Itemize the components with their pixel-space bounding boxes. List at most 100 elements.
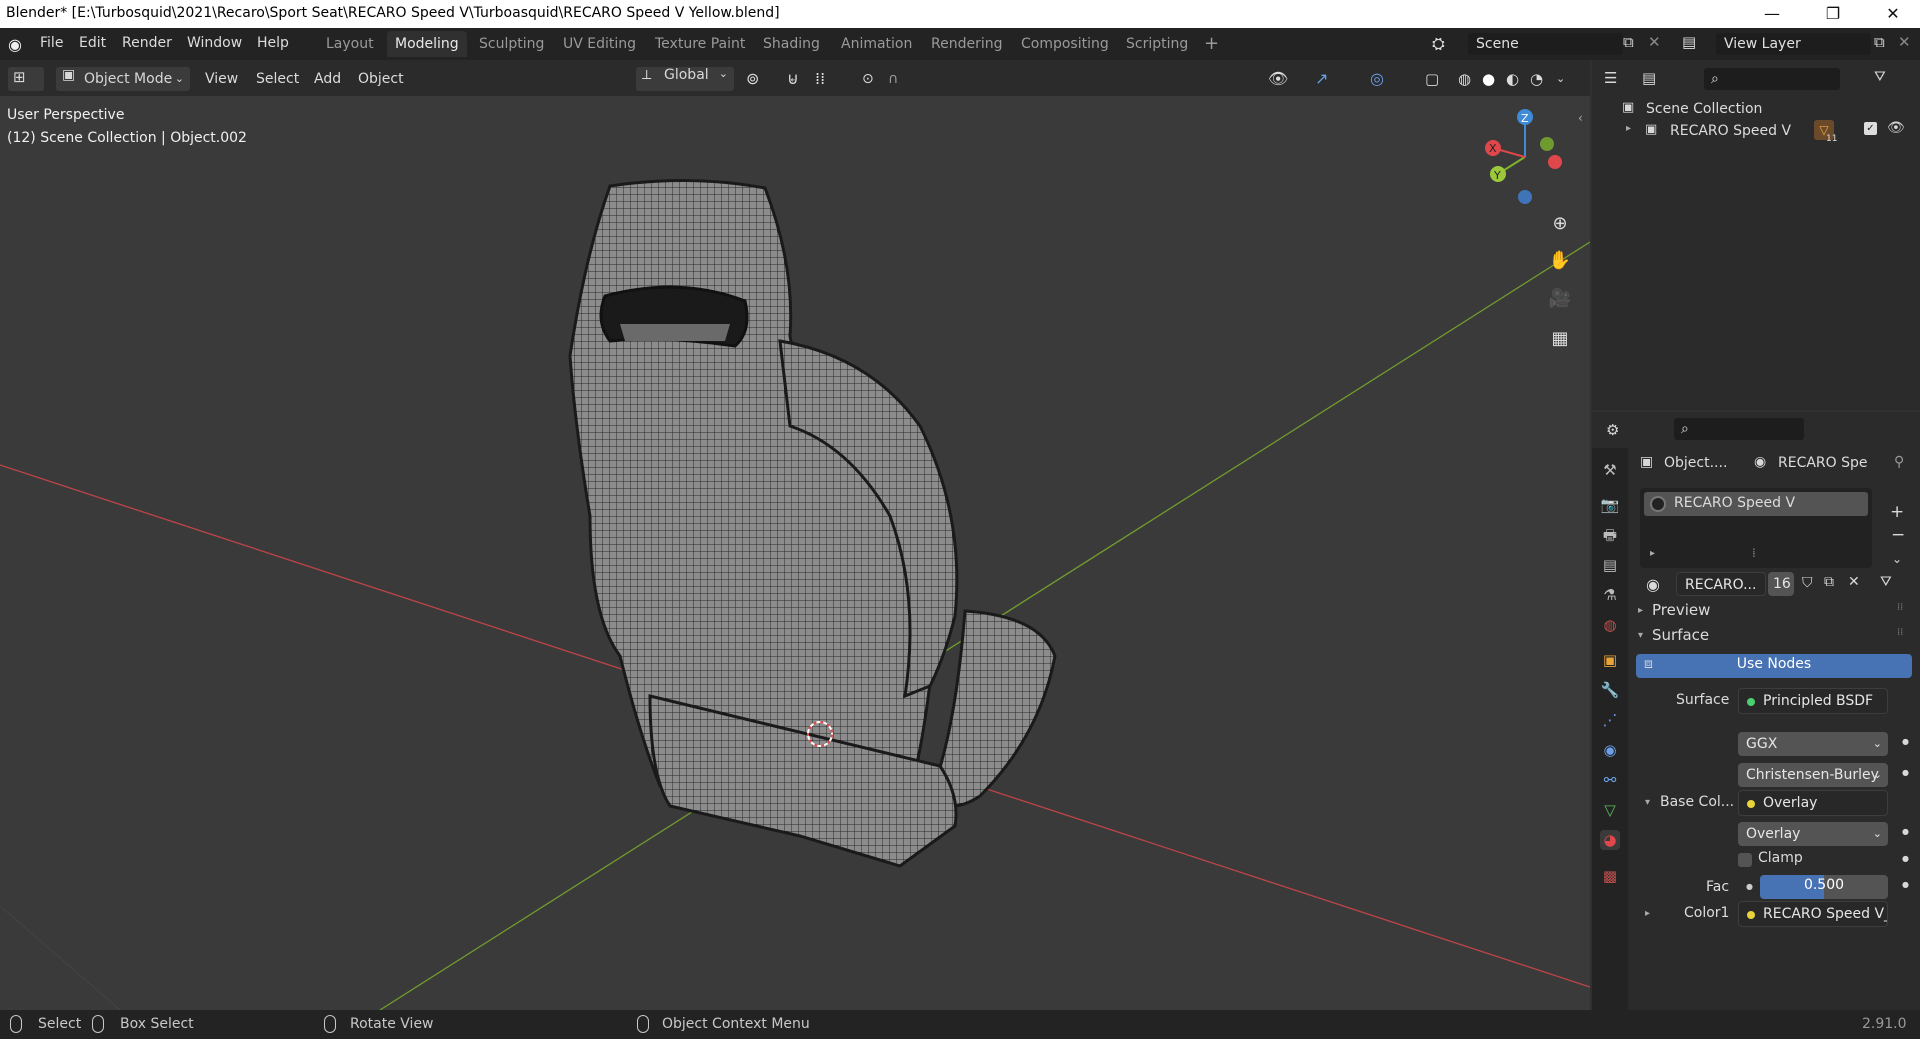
tab-rendering[interactable]: Rendering: [923, 31, 1011, 57]
clamp-checkbox[interactable]: [1738, 853, 1752, 867]
tab-layout[interactable]: Layout: [318, 31, 382, 57]
resize-handle-icon[interactable]: ⁞: [1752, 546, 1756, 560]
drag-handle-icon[interactable]: ⁞⁞: [1897, 627, 1903, 638]
remove-slot-icon[interactable]: −: [1891, 525, 1905, 545]
subsurface-method-dropdown[interactable]: Christensen-Burley ⌄: [1738, 763, 1888, 787]
unlink-material-icon[interactable]: ✕: [1848, 574, 1860, 590]
tab-compositing[interactable]: Compositing: [1013, 31, 1117, 57]
pan-hand-icon[interactable]: ✋: [1545, 246, 1575, 276]
menu-edit[interactable]: Edit: [79, 35, 106, 51]
color1-field[interactable]: RECARO Speed V_...: [1738, 901, 1888, 927]
menu-help[interactable]: Help: [257, 35, 289, 51]
particles-tab-icon[interactable]: ⋰: [1600, 710, 1620, 730]
blender-logo-icon[interactable]: ◉: [8, 35, 22, 54]
preview-section-header[interactable]: Preview: [1652, 601, 1710, 619]
surface-shader-field[interactable]: Principled BSDF: [1738, 688, 1888, 714]
keyframe-dot-icon[interactable]: ●: [1902, 737, 1909, 746]
new-view-layer-icon[interactable]: ⧉: [1874, 33, 1885, 51]
pin-icon[interactable]: ⚲: [1894, 454, 1904, 470]
gizmo-neg-z-ball[interactable]: [1518, 190, 1532, 204]
snap-target-icon[interactable]: ⁞⁞: [815, 67, 825, 91]
fac-slider[interactable]: 0.500: [1760, 875, 1888, 899]
wireframe-shading-icon[interactable]: ◍: [1458, 67, 1471, 91]
material-slot-item[interactable]: RECARO Speed V: [1644, 492, 1868, 516]
world-tab-icon[interactable]: ◍: [1600, 615, 1620, 635]
base-color-node-field[interactable]: Overlay: [1738, 790, 1888, 816]
scene-field[interactable]: Scene: [1468, 33, 1623, 55]
3d-viewport[interactable]: User Perspective (12) Scene Collection |…: [0, 96, 1590, 1010]
rendered-shading-icon[interactable]: ◔: [1530, 67, 1543, 91]
menu-view[interactable]: View: [205, 67, 238, 91]
material-browse-icon[interactable]: ◉: [1646, 575, 1660, 594]
properties-search-input[interactable]: ⌕: [1674, 418, 1804, 440]
shading-options-icon[interactable]: ⌄: [1556, 67, 1565, 91]
menu-add[interactable]: Add: [314, 67, 341, 91]
breadcrumb-object[interactable]: Object....: [1664, 455, 1727, 471]
view-layer-tab-icon[interactable]: ▤: [1600, 555, 1620, 575]
overlay-toggle-icon[interactable]: ◎: [1370, 67, 1384, 91]
display-mode-icon[interactable]: ▤: [1642, 69, 1656, 87]
surface-arrow-icon[interactable]: ▾: [1638, 630, 1643, 641]
menu-file[interactable]: File: [40, 35, 63, 51]
xray-icon[interactable]: ▢: [1425, 67, 1439, 91]
orientation-dropdown[interactable]: ⟂ Global ⌄: [636, 67, 734, 91]
material-users-count[interactable]: 16: [1768, 572, 1794, 596]
preview-arrow-icon[interactable]: ▸: [1638, 605, 1643, 616]
outliner-search-input[interactable]: ⌕: [1704, 68, 1840, 90]
editor-type-button[interactable]: ⊞: [8, 67, 44, 91]
tab-sculpting[interactable]: Sculpting: [471, 31, 552, 57]
data-tab-icon[interactable]: ▽: [1600, 800, 1620, 820]
visibility-icon[interactable]: 👁: [1268, 67, 1288, 91]
menu-render[interactable]: Render: [122, 35, 172, 51]
outliner-editor-icon[interactable]: ☰: [1604, 69, 1617, 87]
duplicate-material-icon[interactable]: ⧉: [1824, 574, 1834, 590]
solid-shading-icon[interactable]: ●: [1482, 67, 1495, 91]
minimize-button[interactable]: —: [1745, 2, 1799, 26]
mode-dropdown[interactable]: ▣ Object Mode ⌄: [56, 67, 190, 91]
gizmo-neg-x-ball[interactable]: [1548, 155, 1562, 169]
expand-arrow-icon[interactable]: ▸: [1626, 123, 1631, 134]
base-color-arrow-icon[interactable]: ▾: [1645, 797, 1650, 808]
properties-editor-icon[interactable]: ⚙: [1606, 421, 1619, 439]
keyframe-dot-icon[interactable]: ●: [1902, 880, 1909, 889]
material-name-field[interactable]: RECARO...: [1676, 572, 1766, 596]
drag-handle-icon[interactable]: ⁞⁞: [1897, 602, 1903, 613]
add-workspace-button[interactable]: +: [1196, 31, 1227, 57]
zoom-icon[interactable]: ⊕: [1545, 209, 1575, 239]
tab-texture-paint[interactable]: Texture Paint: [647, 31, 753, 57]
snap-icon[interactable]: ⊌: [787, 67, 799, 91]
proportional-edit-icon[interactable]: ⊙: [862, 67, 874, 91]
tab-uv-editing[interactable]: UV Editing: [555, 31, 644, 57]
tab-shading[interactable]: Shading: [755, 31, 828, 57]
blend-mode-dropdown[interactable]: Overlay ⌄: [1738, 822, 1888, 846]
exclude-checkbox[interactable]: ✓: [1864, 122, 1877, 135]
scene-icon[interactable]: ⛭: [1432, 34, 1445, 54]
texture-tab-icon[interactable]: ▩: [1600, 866, 1620, 886]
new-scene-icon[interactable]: ⧉: [1623, 33, 1634, 51]
keyframe-dot-icon[interactable]: ●: [1902, 768, 1909, 777]
pivot-icon[interactable]: ⊚: [746, 67, 759, 91]
close-button[interactable]: ✕: [1866, 2, 1920, 26]
tab-scripting[interactable]: Scripting: [1118, 31, 1196, 57]
distribution-dropdown[interactable]: GGX ⌄: [1738, 732, 1888, 756]
filter-icon[interactable]: ⛛: [1874, 69, 1886, 85]
fake-user-icon[interactable]: ⛉: [1802, 575, 1813, 591]
gizmo-toggle-icon[interactable]: ↗: [1315, 67, 1328, 91]
use-nodes-button[interactable]: ⧈ Use Nodes: [1636, 654, 1912, 678]
sidebar-toggle-icon[interactable]: ‹: [1578, 111, 1583, 125]
node-filter-icon[interactable]: ⛛: [1880, 574, 1892, 590]
scene-tab-icon[interactable]: ⚗: [1600, 585, 1620, 605]
material-shading-icon[interactable]: ◐: [1506, 67, 1519, 91]
constraints-tab-icon[interactable]: ⚯: [1600, 770, 1620, 790]
expand-arrow-icon[interactable]: ▸: [1650, 548, 1655, 559]
eye-icon[interactable]: 👁: [1887, 120, 1905, 136]
menu-object[interactable]: Object: [358, 67, 404, 91]
menu-window[interactable]: Window: [187, 35, 242, 51]
tool-tab-icon[interactable]: ⚒: [1600, 460, 1620, 480]
maximize-button[interactable]: ❐: [1806, 2, 1860, 26]
delete-view-layer-icon[interactable]: ✕: [1898, 33, 1911, 51]
gizmo-neg-y-ball[interactable]: [1540, 137, 1554, 151]
camera-view-icon[interactable]: 🎥: [1545, 284, 1575, 314]
breadcrumb-material[interactable]: RECARO Spe: [1778, 455, 1868, 471]
object-tab-icon[interactable]: ▣: [1600, 650, 1620, 670]
